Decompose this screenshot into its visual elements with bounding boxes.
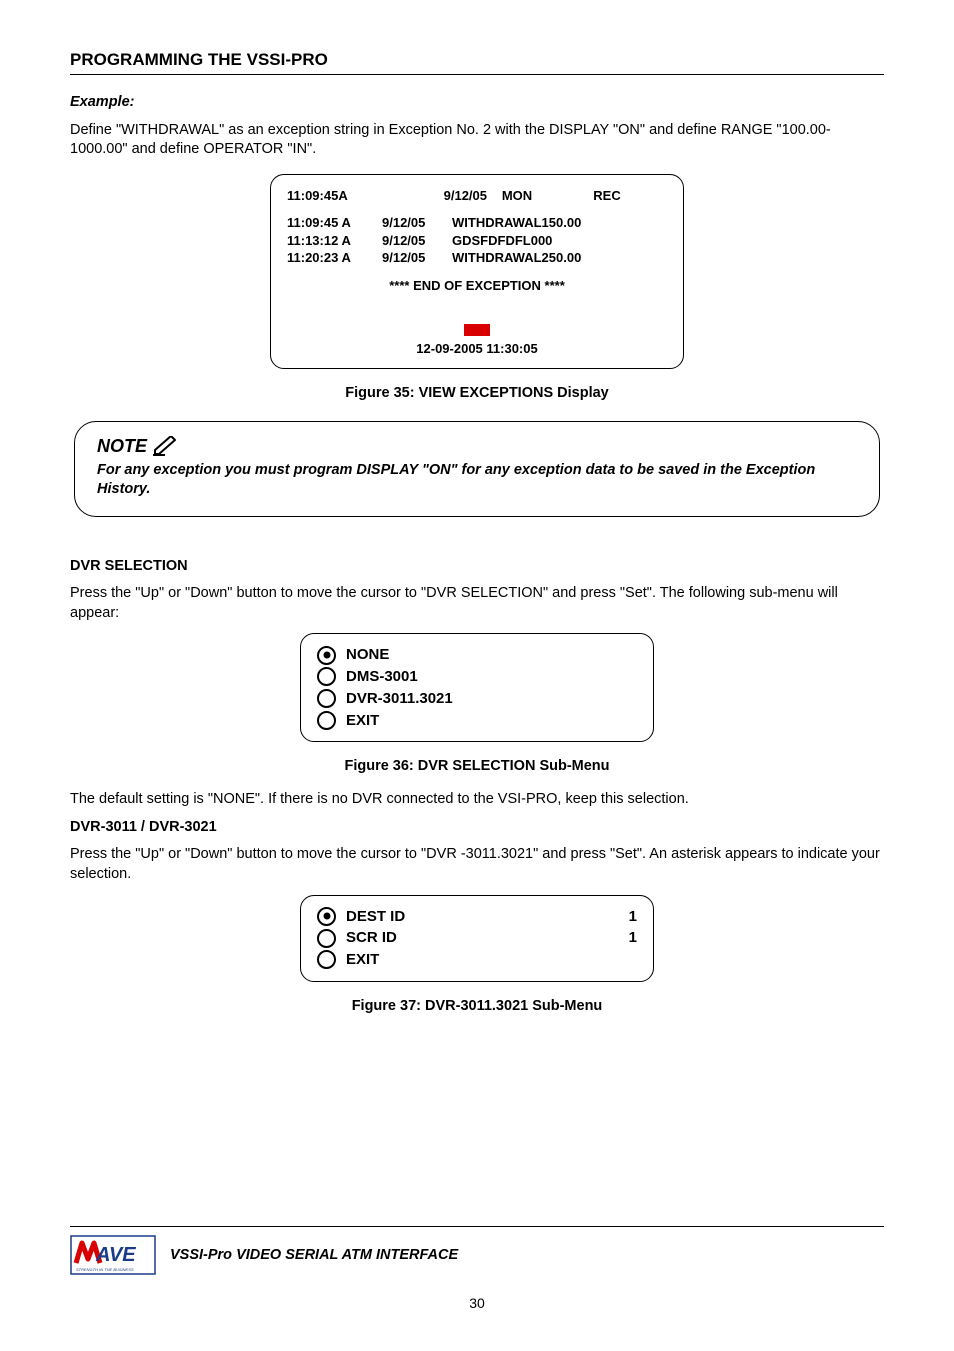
hdr-rec: REC [547, 187, 667, 205]
pencil-icon [153, 436, 179, 456]
menu-label: NONE [346, 644, 389, 666]
row-date: 9/12/05 [382, 232, 452, 250]
end-of-exception: **** END OF EXCEPTION **** [287, 277, 667, 295]
menu-item-dvr3011[interactable]: DVR-3011.3021 [317, 688, 637, 710]
radio-icon [317, 907, 336, 926]
dvr-3011-text: Press the "Up" or "Down" button to move … [70, 845, 884, 884]
default-setting-text: The default setting is "NONE". If there … [70, 790, 884, 810]
dvr-selection-text: Press the "Up" or "Down" button to move … [70, 584, 884, 623]
menu-item-exit[interactable]: EXIT [317, 949, 637, 971]
page-number: 30 [70, 1295, 884, 1311]
note-body: For any exception you must program DISPL… [97, 461, 857, 500]
menu-label: SCR ID [346, 927, 619, 949]
footer: AVE STRENGTH IN THE BUSINESS VSSI-Pro VI… [70, 1226, 884, 1311]
menu-value: 1 [629, 927, 637, 949]
menu-label: EXIT [346, 710, 379, 732]
svg-text:STRENGTH IN THE BUSINESS: STRENGTH IN THE BUSINESS [76, 1267, 134, 1272]
title-rule [70, 74, 884, 75]
radio-icon [317, 711, 336, 730]
hdr-time: 11:09:45A [287, 187, 407, 205]
menu-item-dest-id[interactable]: DEST ID 1 [317, 906, 637, 928]
menu-item-exit[interactable]: EXIT [317, 710, 637, 732]
hdr-mon: MON [487, 187, 547, 205]
dvr-selection-menu: NONE DMS-3001 DVR-3011.3021 EXIT [300, 633, 654, 742]
radio-icon [317, 646, 336, 665]
footer-rule [70, 1226, 884, 1227]
dvr-3011-menu: DEST ID 1 SCR ID 1 EXIT [300, 895, 654, 982]
screen-row: 11:13:12 A 9/12/05 GDSFDFDFL000 [287, 232, 667, 250]
footer-text: VSSI-Pro VIDEO SERIAL ATM INTERFACE [170, 1247, 458, 1263]
menu-label: EXIT [346, 949, 627, 971]
example-text: Define "WITHDRAWAL" as an exception stri… [70, 121, 884, 160]
row-time: 11:13:12 A [287, 232, 382, 250]
screen-row: 11:20:23 A 9/12/05 WITHDRAWAL250.00 [287, 249, 667, 267]
row-value: WITHDRAWAL250.00 [452, 249, 581, 267]
row-value: GDSFDFDFL000 [452, 232, 552, 250]
menu-label: DEST ID [346, 906, 619, 928]
radio-icon [317, 667, 336, 686]
menu-label: DVR-3011.3021 [346, 688, 453, 710]
hdr-date: 9/12/05 [407, 187, 487, 205]
menu-label: DMS-3001 [346, 666, 418, 688]
figure-35-caption: Figure 35: VIEW EXCEPTIONS Display [70, 385, 884, 401]
menu-item-dms3001[interactable]: DMS-3001 [317, 666, 637, 688]
dvr-3011-heading: DVR-3011 / DVR-3021 [70, 818, 884, 838]
menu-item-none[interactable]: NONE [317, 644, 637, 666]
screen-row: 11:09:45 A 9/12/05 WITHDRAWAL150.00 [287, 214, 667, 232]
radio-icon [317, 689, 336, 708]
row-date: 9/12/05 [382, 249, 452, 267]
note-title: NOTE [97, 436, 147, 457]
rec-indicator-icon [464, 324, 490, 336]
radio-icon [317, 929, 336, 948]
svg-text:AVE: AVE [95, 1244, 136, 1266]
dvr-selection-heading: DVR SELECTION [70, 557, 884, 577]
figure-37-caption: Figure 37: DVR-3011.3021 Sub-Menu [70, 998, 884, 1014]
row-value: WITHDRAWAL150.00 [452, 214, 581, 232]
note-box: NOTE For any exception you must program … [74, 421, 880, 517]
row-time: 11:09:45 A [287, 214, 382, 232]
radio-icon [317, 950, 336, 969]
row-date: 9/12/05 [382, 214, 452, 232]
view-exceptions-display: 11:09:45A 9/12/05 MON REC 11:09:45 A 9/1… [270, 174, 684, 369]
row-time: 11:20:23 A [287, 249, 382, 267]
section-title: PROGRAMMING THE VSSI-PRO [70, 50, 884, 70]
figure-36-caption: Figure 36: DVR SELECTION Sub-Menu [70, 758, 884, 774]
ave-logo-icon: AVE STRENGTH IN THE BUSINESS [70, 1235, 156, 1275]
menu-value: 1 [629, 906, 637, 928]
example-label: Example: [70, 93, 884, 113]
timestamp: 12-09-2005 11:30:05 [287, 340, 667, 358]
menu-item-scr-id[interactable]: SCR ID 1 [317, 927, 637, 949]
